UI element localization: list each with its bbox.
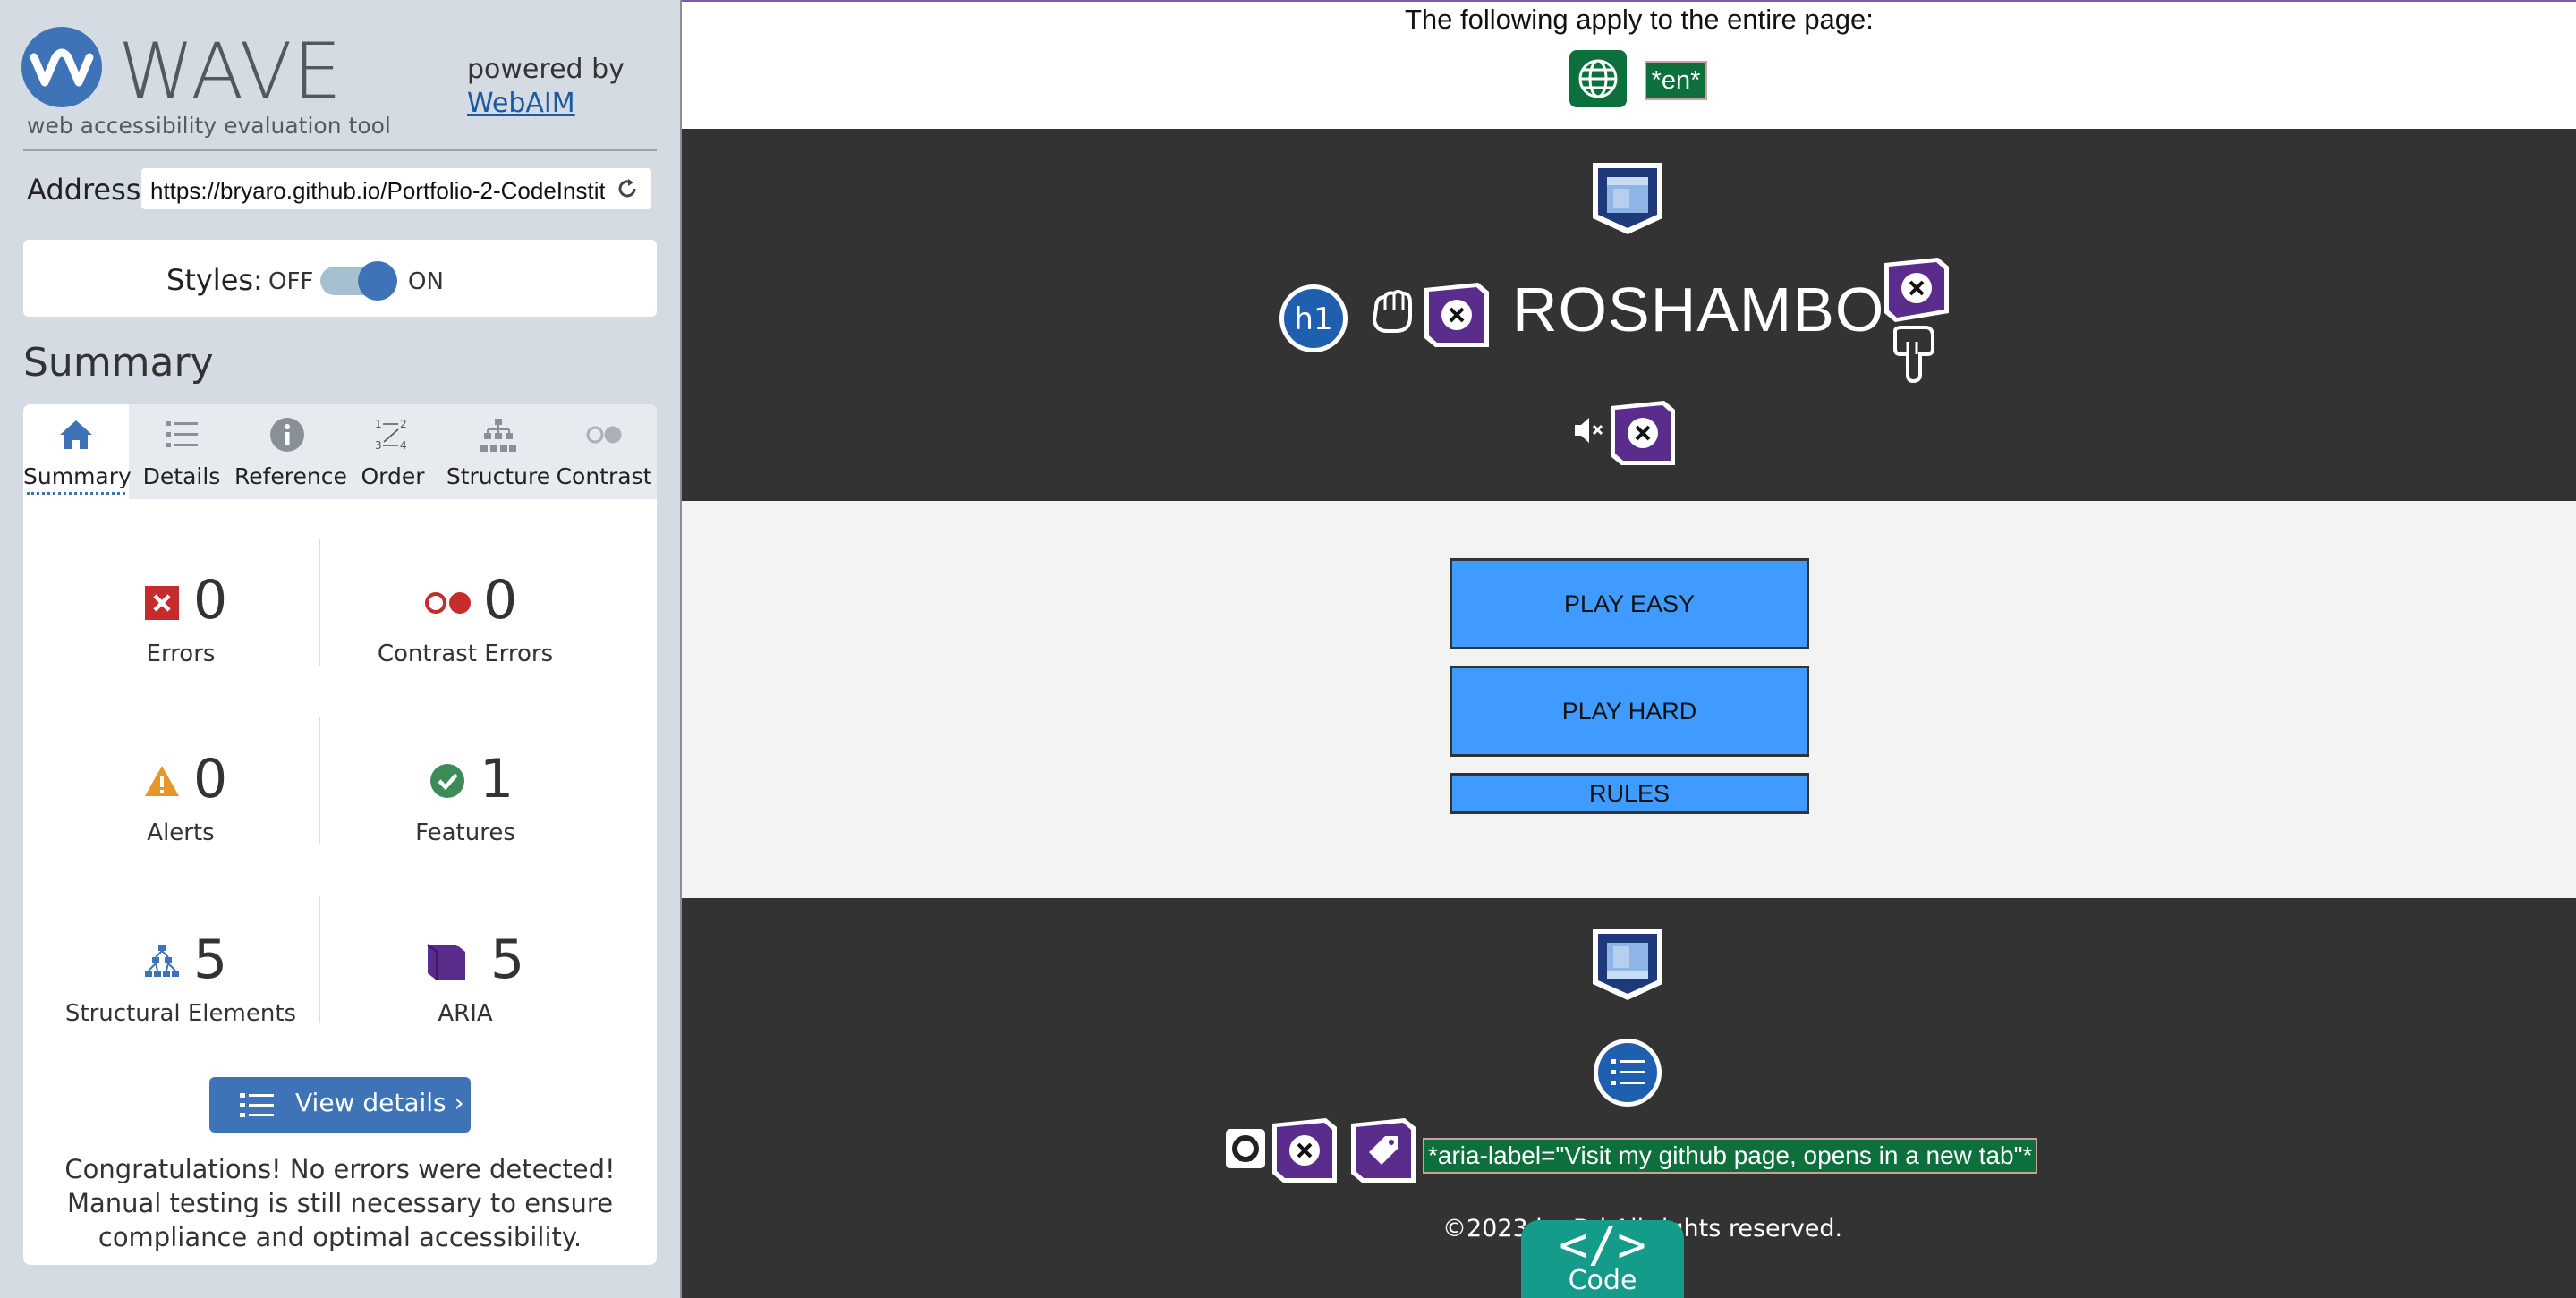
tab-label: Details	[142, 463, 221, 489]
tab-contrast[interactable]: Contrast	[551, 404, 657, 499]
error-icon	[145, 586, 179, 624]
structure-icon	[480, 419, 516, 452]
feature-check-icon	[429, 763, 465, 802]
features-count: 1	[480, 748, 514, 810]
language-globe-icon[interactable]	[1569, 50, 1627, 107]
site-title: ROSHAMBO	[1512, 275, 1885, 344]
aria-hidden-icon[interactable]	[1607, 397, 1679, 472]
aria-count: 5	[490, 929, 525, 991]
home-icon	[60, 420, 92, 449]
structural-label: Structural Elements	[64, 1000, 297, 1027]
svg-text:3: 3	[375, 439, 382, 452]
mute-icon[interactable]	[1571, 413, 1605, 451]
tab-label: Structure	[446, 463, 551, 489]
summary-heading: Summary	[23, 340, 214, 386]
info-icon	[270, 418, 304, 452]
rock-hand-icon	[1365, 284, 1421, 344]
play-hard-button[interactable]: PLAY HARD	[1450, 666, 1809, 757]
list-icon	[166, 421, 198, 447]
alerts-count: 0	[193, 748, 228, 810]
play-easy-button[interactable]: PLAY EASY	[1450, 558, 1809, 649]
svg-text:4: 4	[400, 439, 407, 452]
view-details-label[interactable]: View details ›	[295, 1088, 464, 1117]
svg-text:2: 2	[400, 418, 407, 430]
tab-reference[interactable]: Reference	[234, 404, 347, 499]
errors-label: Errors	[146, 641, 216, 667]
svg-text:h1: h1	[1294, 301, 1332, 337]
structure-icon	[143, 943, 181, 982]
tab-label: Contrast	[556, 463, 652, 489]
wave-brand: WAVE	[118, 27, 343, 116]
divider	[23, 149, 657, 151]
list-element-icon[interactable]	[1593, 1038, 1662, 1111]
tab-label: Reference	[234, 463, 347, 489]
contrast-icon	[586, 426, 622, 444]
address-value[interactable]: https://bryaro.github.io/Portfolio-2-Cod…	[150, 177, 605, 205]
errors-count: 0	[193, 569, 228, 632]
tab-structure[interactable]: Structure	[446, 404, 551, 499]
styles-off-label: OFF	[268, 268, 314, 295]
aria-label: ARIA	[438, 1000, 493, 1027]
aria-label-icon[interactable]	[1348, 1115, 1419, 1190]
code-label[interactable]: Code	[1521, 1265, 1684, 1296]
tab-label: Order	[361, 463, 425, 489]
aria-label-text-badge[interactable]: *aria-label="Visit my github page, opens…	[1423, 1138, 2038, 1174]
wave-subtitle: web accessibility evaluation tool	[27, 113, 391, 139]
aria-hidden-icon[interactable]	[1269, 1115, 1340, 1190]
svg-text:1: 1	[375, 418, 382, 430]
structural-count: 5	[193, 929, 228, 991]
contrast-errors-count: 0	[483, 569, 518, 632]
styles-on-label: ON	[408, 268, 444, 295]
tab-summary[interactable]: Summary	[23, 404, 132, 499]
aria-hidden-icon[interactable]	[1881, 254, 1952, 329]
active-tab-indicator	[27, 492, 125, 495]
alert-icon	[143, 764, 181, 802]
order-icon: 1 2 3 4	[375, 418, 407, 452]
webaim-link[interactable]: WebAIM	[467, 88, 575, 119]
list-icon	[240, 1093, 274, 1117]
wave-logo-icon	[21, 27, 102, 107]
contrast-errors-label: Contrast Errors	[377, 641, 554, 667]
address-label: Address:	[27, 173, 151, 207]
congratulations-message: Congratulations! No errors were detected…	[64, 1154, 616, 1252]
footer-landmark-icon[interactable]	[1589, 925, 1666, 1005]
header-landmark-icon[interactable]	[1589, 159, 1666, 240]
heading-h1-icon[interactable]: h1	[1278, 283, 1349, 358]
reload-icon[interactable]	[616, 177, 639, 200]
aria-hidden-icon[interactable]	[1421, 279, 1492, 354]
aria-icon	[426, 941, 467, 986]
language-badge[interactable]: *en*	[1645, 61, 1707, 100]
features-label: Features	[415, 819, 515, 846]
contrast-error-icon	[424, 590, 474, 619]
page-level-text: The following apply to the entire page:	[1405, 4, 1874, 35]
github-icon[interactable]	[1226, 1129, 1265, 1172]
alerts-label: Alerts	[147, 819, 215, 846]
rules-button[interactable]: RULES	[1450, 773, 1809, 814]
tab-details[interactable]: Details	[129, 404, 234, 499]
pointing-hand-icon	[1890, 326, 1936, 386]
tab-order[interactable]: 1 2 3 4 Order	[340, 404, 446, 499]
styles-toggle-knob[interactable]	[358, 261, 397, 301]
styles-label: Styles:	[166, 263, 263, 297]
code-icon[interactable]: </>	[1548, 1220, 1657, 1270]
tab-label: Summary	[23, 463, 132, 489]
powered-by-text: powered by	[467, 54, 625, 85]
